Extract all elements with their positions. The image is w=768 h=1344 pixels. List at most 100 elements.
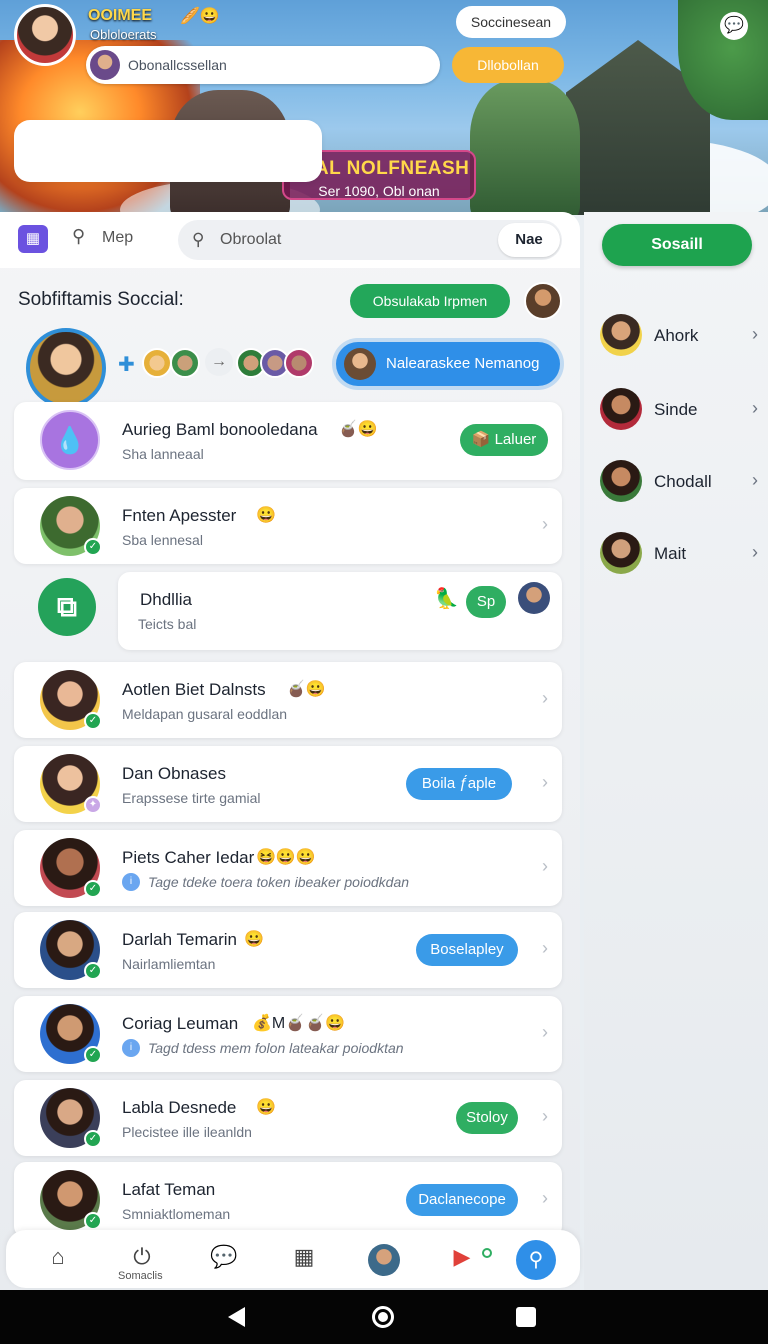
top-search-field[interactable]: Obonallcssellan [86,46,440,84]
search-icon[interactable]: ⚲ [516,1240,556,1280]
story-main-avatar[interactable] [26,328,106,408]
online-dot-icon [482,1248,492,1258]
play-store-icon[interactable]: ▶ [442,1240,482,1280]
verified-check-icon: ✓ [84,1130,102,1148]
list-item[interactable]: ✓ Lafat Teman Smniaktlomeman Daclanecope… [14,1162,562,1238]
story-avatar[interactable] [284,348,314,378]
row-title: Lafat Teman [122,1180,216,1199]
row-title: Darlah Temarin [122,930,237,949]
info-icon: i [122,873,140,891]
row-subtitle: Smniaktlomeman [122,1206,231,1222]
chevron-right-icon[interactable]: › [542,772,548,793]
side-contact[interactable]: Chodall › [598,458,758,508]
side-contact[interactable]: Ahork › [598,312,758,362]
arrow-right-icon[interactable]: → [205,348,233,376]
verified-check-icon: ✓ [84,538,102,556]
search-label[interactable]: Mep [102,229,133,247]
row-title: Labla Desnede [122,1098,237,1117]
recent-apps-icon[interactable] [516,1307,536,1327]
row-subtitle: Tage tdeke toera token ibeaker poiodkdan [148,874,410,890]
list-item[interactable]: ✓ Aotlen Biet Dalnsts 🧉😀 Meldapan gusara… [14,662,562,738]
row-subtitle: Sba lennesal [122,532,203,548]
contact-name: Ahork [654,326,699,345]
story-highlight-button[interactable]: Nalearaskee Nemanog [336,342,560,386]
row-action-pill[interactable]: Boila ƒ́aple [406,768,512,800]
chevron-right-icon[interactable]: › [542,514,548,535]
section-title: Sobfiftamis Soccial: [18,289,184,310]
row-emoji: 🧉😀 [286,681,326,698]
avatar [518,582,550,614]
chevron-right-icon[interactable]: › [542,856,548,877]
user-name-emoji: 🥖😀 [180,8,220,25]
search-input[interactable]: ⚲ Obroolat Nae [178,220,562,260]
avatar [600,532,642,574]
section-pill-button[interactable]: Obsulakab Irpmen [350,284,510,318]
share-app-icon[interactable]: ⧉ [38,578,96,636]
chat-icon[interactable]: 💬 [720,12,748,40]
top-search-value: Obonallcssellan [128,57,227,73]
qr-code-icon[interactable]: ▦ [284,1240,324,1280]
verified-check-icon: ✓ [84,1212,102,1230]
row-title: Fnten Apesster [122,506,237,525]
home-icon[interactable]: ⌂ [38,1240,78,1280]
verified-check-icon: ✓ [84,962,102,980]
chevron-right-icon[interactable]: › [752,470,758,491]
story-avatar[interactable] [142,348,172,378]
side-contact[interactable]: Sinde › [598,386,758,436]
avatar [600,314,642,356]
social-pill-button[interactable]: Soccinesean [456,6,566,38]
side-contact[interactable]: Mait › [598,530,758,580]
row-subtitle: Erapssese tirte gamial [122,790,261,806]
list-item[interactable]: ✓ Fnten Apesster 😀 Sba lennesal › [14,488,562,564]
toolbar: ▦ ⚲ Mep ⚲ Obroolat Nae [0,212,580,268]
chevron-right-icon[interactable]: › [542,938,548,959]
magnifier-icon: ⚲ [192,230,205,249]
chevron-right-icon[interactable]: › [542,688,548,709]
box-icon: 📦 [471,431,491,448]
list-item[interactable]: ✦ Dan Obnases Erapssese tirte gamial Boi… [14,746,562,822]
row-title: Dan Obnases [122,764,226,783]
story-highlight-label: Nalearaskee Nemanog [386,355,540,372]
avatar [600,388,642,430]
grid-menu-icon[interactable]: ▦ [18,225,48,253]
row-action-pill[interactable]: Boselapley [416,934,518,966]
list-item[interactable]: ✓ Labla Desnede 😀 Plecistee ille ileanld… [14,1080,562,1156]
chat-bubble-icon[interactable]: 💬 [204,1240,244,1280]
verified-check-icon: ✓ [84,1046,102,1064]
list-item[interactable]: Dhdllia Teicts bal 🦜 Sp [118,572,562,650]
row-action-pill[interactable]: Daclanecope [406,1184,518,1216]
search-icon[interactable]: ⚲ [72,226,85,247]
chevron-right-icon[interactable]: › [542,1022,548,1043]
list-item[interactable]: ✓ Coriag Leuman 💰M🧉🧉😀 i Tagd tdess mem f… [14,996,562,1072]
chevron-right-icon[interactable]: › [542,1106,548,1127]
chevron-right-icon[interactable]: › [542,1188,548,1209]
row-pill-label: Laluer [494,431,537,448]
social-button[interactable]: Sosaill [602,224,752,266]
user-avatar[interactable] [14,4,76,66]
row-action-pill[interactable]: Stoloy [456,1102,518,1134]
profile-avatar-icon[interactable] [364,1240,404,1280]
chevron-right-icon[interactable]: › [752,324,758,345]
row-title: Dhdllia [140,590,192,609]
row-emoji: 🧉😀 [338,421,378,438]
info-icon: i [122,1039,140,1057]
row-subtitle: Tagd tdess mem folon lateakar poiodktan [148,1040,404,1056]
story-card[interactable] [14,120,322,182]
name-button[interactable]: Nae [498,223,560,257]
row-subtitle: Teicts bal [138,616,197,632]
yellow-pill-button[interactable]: Dllobollan [452,47,564,83]
list-item[interactable]: 💧 Aurieg Baml bonooledana 🧉😀 Sha lanneaa… [14,402,562,480]
row-action-pill[interactable]: 📦 Laluer [460,424,548,456]
add-story-icon[interactable]: ✚ [118,352,135,377]
list-item[interactable]: ✓ Darlah Temarin 😀 Nairlamliemtan Bosela… [14,912,562,988]
row-emoji: 😀 [256,507,276,524]
row-action-pill[interactable]: Sp [466,586,506,618]
list-item[interactable]: ✓ Piets Caher Iedar 😆😀😀 i Tage tdeke toe… [14,830,562,906]
section-avatar[interactable] [524,282,562,320]
chevron-right-icon[interactable]: › [752,398,758,419]
chevron-right-icon[interactable]: › [752,542,758,563]
back-icon[interactable] [228,1307,245,1327]
home-circle-icon[interactable] [372,1306,394,1328]
story-avatar[interactable] [170,348,200,378]
row-emoji: 💰M🧉🧉😀 [252,1015,346,1032]
